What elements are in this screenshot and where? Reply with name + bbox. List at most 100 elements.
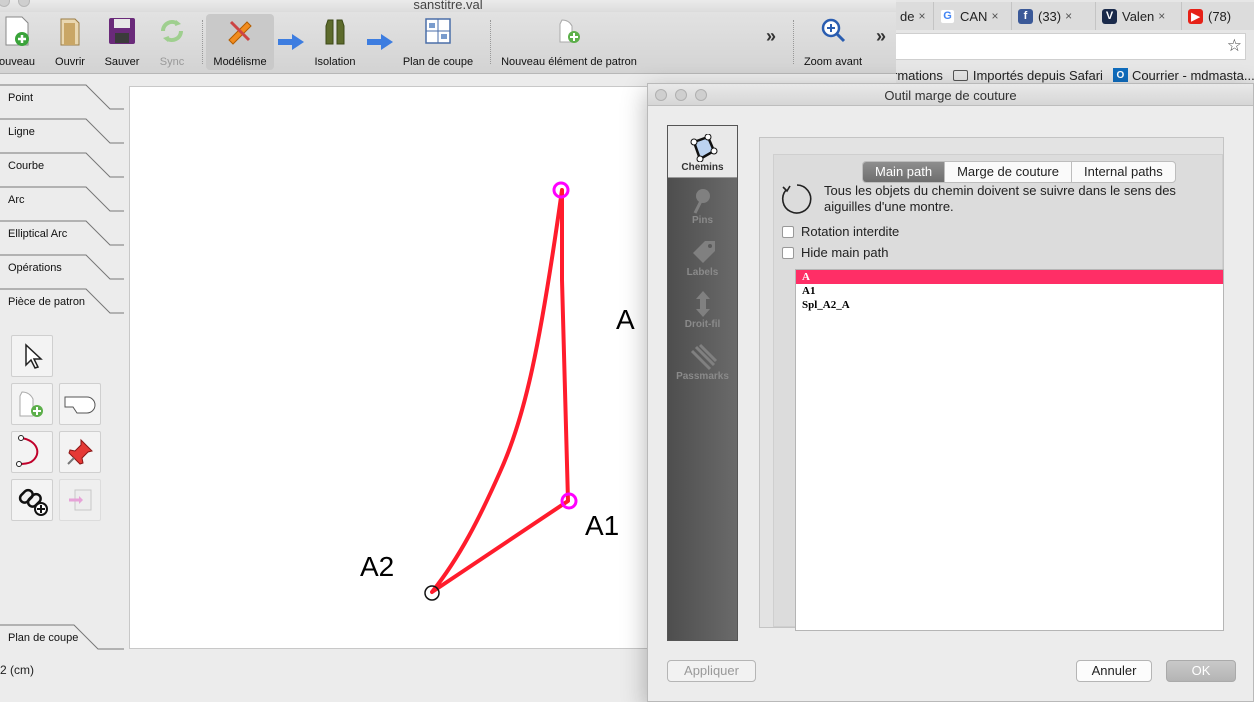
new-label: ouveau (0, 56, 36, 68)
browser-tab-5-title: (78) (1208, 8, 1232, 24)
facebook-icon: f (1018, 8, 1033, 24)
dialog-titlebar: Outil marge de couture (648, 84, 1253, 106)
close-icon[interactable]: × (1158, 9, 1165, 23)
union-tool[interactable] (59, 383, 101, 425)
ok-button[interactable]: OK (1166, 660, 1236, 682)
tool-group-operations[interactable]: Opérations (0, 254, 124, 288)
toolbar-separator (202, 20, 203, 64)
browser-tab-5[interactable]: ▶ (78) (1181, 2, 1254, 30)
cancel-button[interactable]: Annuler (1076, 660, 1152, 682)
insert-node-tool[interactable] (59, 479, 101, 521)
tab-main-path[interactable]: Main path (863, 162, 945, 182)
isolation-mode-button[interactable]: Isolation (308, 14, 362, 70)
insert-icon (69, 489, 92, 511)
tool-group-elliptical-arc[interactable]: Elliptical Arc (0, 220, 124, 254)
tool-group-label: Elliptical Arc (8, 228, 68, 240)
checkbox-box[interactable] (782, 246, 794, 259)
tool-group-pattern-piece[interactable]: Pièce de patron (0, 288, 124, 322)
browser-tab-4[interactable]: V Valen × (1095, 2, 1181, 30)
point-a-label: A (616, 304, 635, 335)
tool-group-point[interactable]: Point (0, 84, 124, 118)
layout-mode-button[interactable]: Plan de coupe (400, 14, 476, 70)
drawing-canvas[interactable]: A A1 A2 (129, 86, 649, 649)
checkbox-box[interactable] (782, 225, 794, 238)
clockwise-hint-text: Tous les objets du chemin doivent se sui… (824, 183, 1176, 214)
link-tool[interactable] (11, 479, 53, 521)
modeling-mode-button[interactable]: Modélisme (206, 14, 274, 70)
toolbar-separator (793, 20, 794, 64)
tool-group-label: Point (8, 92, 34, 104)
close-icon[interactable]: × (991, 9, 998, 23)
zoom-in-icon (816, 14, 850, 48)
zoom-in-button[interactable]: Zoom avant (802, 14, 864, 70)
tab-seam-allowance[interactable]: Marge de couture (944, 162, 1071, 182)
pin-tool[interactable] (59, 431, 101, 473)
pointer-tool[interactable] (11, 335, 53, 377)
bookmark-item[interactable]: Importés depuis Safari (952, 68, 1103, 83)
sidebar-item-label: Passmarks (676, 371, 729, 382)
sidebar-item-grainline[interactable]: Droit-fil (668, 282, 737, 334)
background-browser-window: de × G CAN × f (33) × V Valen × ▶ (78) ☆… (893, 0, 1254, 88)
new-piece-tool[interactable] (11, 383, 53, 425)
label-icon (692, 241, 715, 263)
tool-group-arc[interactable]: Arc (0, 186, 124, 220)
sidebar-item-labels[interactable]: Labels (668, 230, 737, 282)
sidebar-item-label: Droit-fil (684, 319, 721, 330)
main-path-list[interactable]: A A1 Spl_A2_A (795, 269, 1224, 631)
arrow-right-icon (278, 34, 304, 50)
grainline-icon (695, 291, 710, 317)
add-piece-icon (19, 391, 43, 417)
address-bar[interactable] (893, 33, 1246, 60)
toolbar-overflow-button[interactable]: » (766, 26, 776, 47)
sidebar-item-passmarks[interactable]: Passmarks (668, 334, 737, 386)
tool-group-layout[interactable]: Plan de coupe (0, 624, 124, 658)
list-item[interactable]: A1 (796, 284, 1223, 298)
save-disk-icon (105, 14, 139, 48)
new-button[interactable]: ouveau (0, 14, 38, 70)
push-pin-icon (67, 438, 93, 465)
save-button[interactable]: Sauver (100, 14, 144, 70)
browser-tab-2-title: CAN (960, 8, 988, 24)
layout-label: Plan de coupe (402, 56, 474, 68)
tool-group-curve[interactable]: Courbe (0, 152, 124, 186)
checkbox-label: Rotation interdite (801, 224, 900, 239)
bookmark-item[interactable]: O Courrier - mdmasta... (1112, 68, 1254, 83)
browser-tab-3[interactable]: f (33) × (1011, 2, 1095, 30)
tool-group-label: Plan de coupe (8, 632, 79, 644)
paths-icon (690, 134, 717, 162)
dialog-title: Outil marge de couture (884, 88, 1017, 103)
hide-main-path-checkbox[interactable]: Hide main path (782, 245, 888, 260)
youtube-icon: ▶ (1188, 8, 1203, 24)
pencil-ruler-icon (223, 14, 257, 48)
sidebar-item-paths[interactable]: Chemins (668, 126, 737, 178)
browser-tab-1[interactable]: de × (893, 2, 933, 30)
tool-group-label: Pièce de patron (8, 296, 86, 308)
new-piece-icon (552, 14, 586, 48)
toolbar-overflow-button-2[interactable]: » (876, 26, 886, 47)
open-button[interactable]: Ouvrir (50, 14, 90, 70)
toolbar-separator (490, 20, 491, 64)
apply-button[interactable]: Appliquer (667, 660, 756, 682)
close-icon[interactable]: × (918, 9, 925, 23)
open-folder-icon (53, 14, 87, 48)
list-item[interactable]: Spl_A2_A (796, 298, 1223, 312)
tab-bar: Main path Marge de couture Internal path… (862, 161, 1176, 183)
close-icon[interactable]: × (1065, 9, 1072, 23)
tool-group-label: Courbe (8, 160, 45, 172)
internal-path-tool[interactable] (11, 431, 53, 473)
tool-group-label: Opérations (8, 262, 62, 274)
bookmark-star-icon[interactable]: ☆ (1227, 36, 1242, 56)
bookmark-item[interactable]: rmations (893, 68, 943, 83)
sync-label: Sync (159, 56, 185, 68)
tool-group-line[interactable]: Ligne (0, 118, 124, 152)
list-item[interactable]: A (796, 270, 1223, 284)
outlook-icon: O (1112, 68, 1128, 82)
browser-tab-2[interactable]: G CAN × (933, 2, 1011, 30)
sidebar-item-pins[interactable]: Pins (668, 178, 737, 230)
open-label: Ouvrir (55, 56, 85, 68)
sync-button[interactable]: Sync (152, 14, 192, 70)
sidebar-item-label: Labels (686, 267, 719, 278)
tab-internal-paths[interactable]: Internal paths (1071, 162, 1175, 182)
rotation-forbidden-checkbox[interactable]: Rotation interdite (782, 224, 899, 239)
new-pattern-piece-button[interactable]: Nouveau élément de patron (500, 14, 638, 70)
